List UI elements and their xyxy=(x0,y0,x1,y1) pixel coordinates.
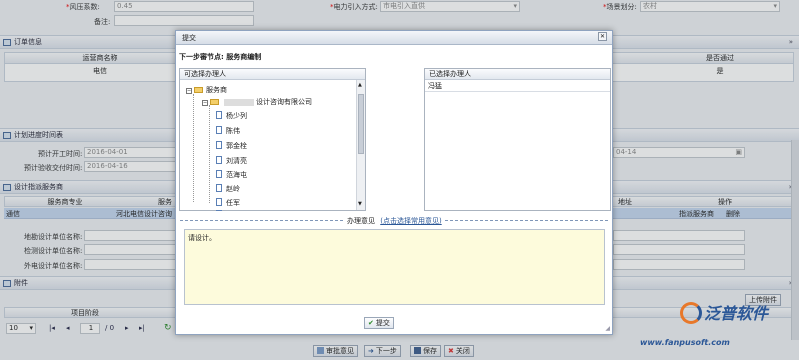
user-doc-icon xyxy=(216,184,222,192)
available-header: 可选择办理人 xyxy=(180,69,365,80)
user-doc-icon xyxy=(216,111,222,119)
opinion-label: 办理意见 xyxy=(347,217,375,225)
person-label: 郭金栓 xyxy=(226,142,247,150)
opinion-legend: 办理意见 (点击选择常用意见) xyxy=(344,216,445,226)
tree-guide-line xyxy=(209,105,210,203)
tree-node-person[interactable]: 刘清亮 xyxy=(216,156,247,166)
person-label: 赵岭 xyxy=(226,185,240,193)
tree-node-person[interactable]: 任军 xyxy=(216,198,240,208)
selected-item[interactable]: 冯猛 xyxy=(425,81,610,92)
collapse-toggle-icon[interactable]: − xyxy=(202,100,208,106)
tree-node-person[interactable]: 范海屯 xyxy=(216,170,247,180)
user-doc-icon xyxy=(216,170,222,178)
dialog-close-icon[interactable]: ✕ xyxy=(598,32,607,41)
tree-guide-line xyxy=(193,94,194,202)
user-doc-icon xyxy=(216,198,222,206)
selected-header: 已选择办理人 xyxy=(425,69,610,80)
folder-icon xyxy=(194,87,203,93)
tree-root-label: 服务商 xyxy=(206,86,227,94)
user-doc-icon xyxy=(216,210,222,211)
scroll-up-icon[interactable]: ▲ xyxy=(358,82,362,88)
tree-node-company[interactable]: − 设计咨询有限公司 xyxy=(202,97,312,107)
person-label: 任军 xyxy=(226,199,240,207)
brand-name: 泛普软件 xyxy=(704,304,769,323)
opinion-textarea[interactable]: 请设计。 xyxy=(184,229,605,305)
tree-scrollbar[interactable]: ▲ ▼ xyxy=(356,80,365,210)
tree-node-person[interactable]: 陈伟 xyxy=(216,126,240,136)
brand-url: www.fanpusoft.com xyxy=(640,338,730,347)
submit-button[interactable]: ✔ 提交 xyxy=(364,317,394,329)
dialog-title: 提交 xyxy=(182,34,196,42)
submit-label: 提交 xyxy=(375,319,390,327)
tree-company-label: 设计咨询有限公司 xyxy=(256,98,312,106)
submit-dialog: 提交 ✕ 下一步審节点: 服务商编制 可选择办理人 − 服务商 − 设计咨询有限公司… xyxy=(175,30,613,335)
redacted-block xyxy=(224,99,254,106)
person-label: 范海屯 xyxy=(226,171,247,179)
tree-node-person[interactable]: 赵岭 xyxy=(216,184,240,194)
person-label: 刘清亮 xyxy=(226,157,247,165)
resize-grip-icon[interactable]: ◢ xyxy=(605,325,610,332)
user-doc-icon xyxy=(216,141,222,149)
scroll-down-icon[interactable]: ▼ xyxy=(358,201,362,207)
dialog-titlebar[interactable]: 提交 ✕ xyxy=(176,31,612,45)
collapse-toggle-icon[interactable]: − xyxy=(186,88,192,94)
user-doc-icon xyxy=(216,126,222,134)
next-node-label: 下一步審节点: 服务商编制 xyxy=(179,53,262,61)
tree-node-person[interactable]: 郭金栓 xyxy=(216,141,247,151)
brand-logo-icon xyxy=(680,302,702,324)
person-label: 陈伟 xyxy=(226,127,240,135)
check-icon: ✔ xyxy=(368,319,374,327)
user-doc-icon xyxy=(216,156,222,164)
folder-icon xyxy=(210,99,219,105)
tree-node-root[interactable]: − 服务商 xyxy=(186,85,227,95)
tree-node-person[interactable]: 杨少列 xyxy=(216,111,247,121)
selected-list: 已选择办理人 冯猛 xyxy=(424,68,611,211)
scroll-thumb[interactable] xyxy=(358,94,364,154)
common-opinion-link[interactable]: (点击选择常用意见) xyxy=(380,217,441,225)
tree-node-person[interactable]: 冯猛 xyxy=(216,210,240,211)
person-label: 杨少列 xyxy=(226,112,247,120)
available-list: 可选择办理人 − 服务商 − 设计咨询有限公司 杨少列 陈伟 郭金栓 刘清亮 范海屯… xyxy=(179,68,366,211)
